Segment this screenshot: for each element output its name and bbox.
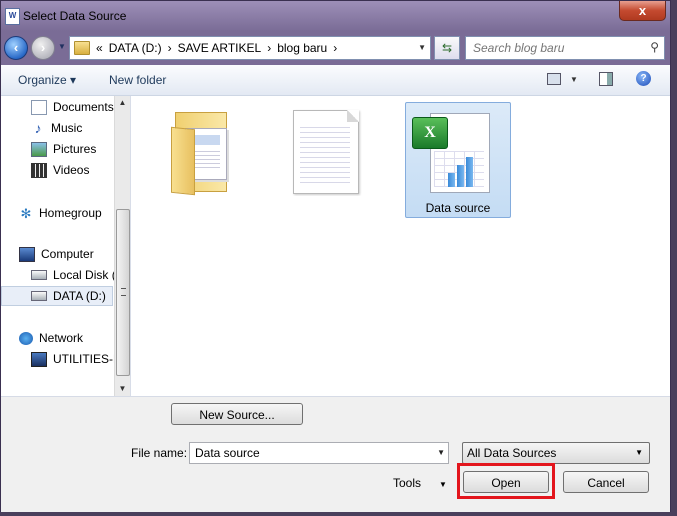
sidebar-item-label: DATA (D:) [53, 289, 106, 303]
sidebar-item-label: Network [39, 331, 84, 345]
sidebar-item-data-drive[interactable]: DATA (D:) [1, 286, 113, 306]
pictures-icon [31, 141, 47, 157]
sidebar-item-label: Homegroup [39, 206, 102, 220]
dialog-content: Organize ▾ New folder ▼ ? Documents ♪ Mu… [1, 65, 670, 512]
file-name-label: File name: [131, 446, 188, 460]
chevron-down-icon[interactable]: ▼ [418, 43, 426, 52]
help-icon[interactable]: ? [636, 71, 651, 86]
search-input[interactable] [471, 40, 645, 56]
pc-icon [31, 351, 47, 367]
file-name-input[interactable] [193, 445, 427, 461]
sidebar-scrollbar[interactable]: ▲ ▼ [114, 96, 130, 396]
title-bar: W Select Data Source x [1, 1, 670, 31]
folder-icon [171, 108, 227, 196]
network-icon [19, 331, 33, 345]
scroll-down-icon[interactable]: ▼ [115, 382, 130, 396]
disk-icon [31, 270, 47, 280]
excel-file-icon: X [412, 109, 502, 199]
recent-pages-dropdown[interactable]: ▼ [58, 42, 66, 51]
breadcrumb-save-artikel[interactable]: SAVE ARTIKEL [178, 41, 262, 55]
search-icon[interactable]: ⚲ [650, 40, 659, 54]
preview-pane-icon[interactable] [599, 72, 613, 86]
breadcrumb-overflow[interactable]: « [96, 41, 103, 55]
computer-icon [19, 246, 35, 262]
search-box[interactable]: ⚲ [465, 36, 665, 60]
change-view-icon[interactable] [547, 73, 561, 85]
sidebar-item-label: Pictures [53, 142, 97, 156]
refresh-button[interactable]: ⇆ [434, 36, 460, 60]
breadcrumb-separator[interactable]: › [333, 41, 337, 55]
scroll-up-icon[interactable]: ▲ [115, 96, 130, 110]
breadcrumb: « DATA (D:) › SAVE ARTIKEL › blog baru › [96, 41, 337, 55]
file-item-label [269, 196, 389, 240]
sidebar-item-label: Videos [53, 163, 90, 177]
sidebar-item-label: Computer [41, 247, 94, 261]
file-item-label: Data source [425, 201, 491, 215]
new-folder-button[interactable]: New folder [109, 73, 166, 87]
file-list[interactable]: X Data source [131, 96, 670, 396]
forward-button[interactable]: › [31, 36, 55, 60]
file-item-data-source[interactable]: X Data source [405, 102, 511, 218]
organize-button[interactable]: Organize ▾ [18, 73, 76, 87]
file-type-value: All Data Sources [467, 446, 557, 460]
homegroup-icon: ✻ [20, 205, 32, 221]
file-type-select[interactable]: All Data Sources ▼ [462, 442, 650, 464]
dialog-footer: New Source... File name: ▼ All Data Sour… [1, 396, 670, 512]
open-button-highlight [457, 463, 555, 499]
file-item-folder[interactable] [149, 98, 249, 228]
breadcrumb-separator[interactable]: › [168, 41, 172, 55]
new-source-button[interactable]: New Source... [171, 403, 303, 425]
sidebar-item-label: Music [51, 121, 83, 135]
address-bar[interactable]: « DATA (D:) › SAVE ARTIKEL › blog baru ›… [69, 36, 431, 60]
videos-icon [31, 162, 47, 178]
navigation-pane[interactable]: Documents ♪ Music Pictures Videos ✻ Home… [1, 96, 131, 396]
folder-icon [74, 41, 90, 55]
window-title: Select Data Source [23, 9, 127, 23]
tools-chevron-down-icon[interactable]: ▼ [439, 480, 447, 489]
grip-icon [121, 288, 126, 296]
navigation-bar: ‹ › ▼ « DATA (D:) › SAVE ARTIKEL › blog … [1, 32, 670, 62]
breadcrumb-blog-baru[interactable]: blog baru [277, 41, 327, 55]
cancel-button[interactable]: Cancel [563, 471, 649, 493]
breadcrumb-data-drive[interactable]: DATA (D:) [109, 41, 162, 55]
sidebar-item-label: Documents [53, 100, 114, 114]
chevron-down-icon: ▼ [635, 448, 643, 457]
documents-icon [31, 99, 47, 115]
file-item-label [151, 198, 247, 222]
view-options-chevron-down-icon[interactable]: ▼ [570, 75, 578, 84]
tools-button[interactable]: Tools [393, 476, 421, 490]
music-icon: ♪ [34, 119, 42, 136]
breadcrumb-separator[interactable]: › [267, 41, 271, 55]
command-toolbar: Organize ▾ New folder ▼ ? [1, 65, 670, 96]
word-app-icon: W [5, 8, 20, 25]
chevron-down-icon[interactable]: ▼ [437, 448, 445, 457]
close-button[interactable]: x [619, 1, 666, 21]
disk-icon [31, 291, 47, 301]
file-name-combobox[interactable]: ▼ [189, 442, 449, 464]
scrollbar-thumb[interactable] [116, 209, 130, 376]
text-file-icon [293, 110, 359, 194]
dialog-window: W Select Data Source x ‹ › ▼ « DATA (D:)… [0, 0, 671, 512]
back-button[interactable]: ‹ [4, 36, 28, 60]
sidebar-item-label: UTILITIES-D [53, 352, 122, 366]
sidebar-item-label: Local Disk ( [53, 268, 116, 282]
file-item-text[interactable] [267, 98, 391, 244]
